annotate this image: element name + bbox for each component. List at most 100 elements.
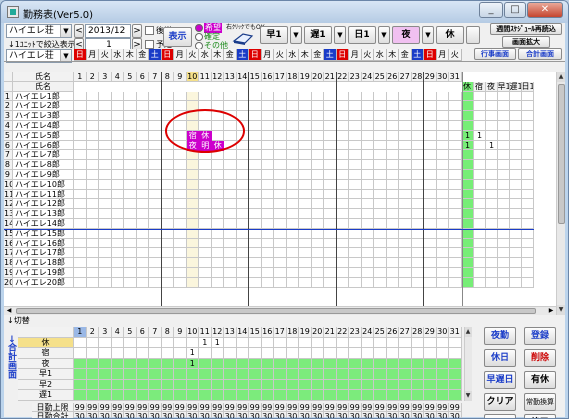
month-field[interactable]: 2013/12 xyxy=(85,24,131,38)
schedule-cell[interactable] xyxy=(399,238,412,249)
schedule-cell[interactable] xyxy=(449,160,462,170)
schedule-cell[interactable] xyxy=(249,238,262,249)
schedule-cell[interactable] xyxy=(449,111,462,121)
shift-hayai1-dropdown[interactable]: ▼ xyxy=(290,26,302,44)
staff-name[interactable]: ハイエレ5郎 xyxy=(13,130,74,141)
kakutei-radio[interactable] xyxy=(195,33,203,41)
schedule-cell[interactable] xyxy=(386,209,399,219)
schedule-cell[interactable] xyxy=(399,199,412,210)
schedule-cell[interactable] xyxy=(111,101,124,112)
schedule-cell[interactable] xyxy=(349,140,362,151)
schedule-cell[interactable] xyxy=(386,228,399,239)
schedule-cell[interactable] xyxy=(224,199,237,210)
schedule-cell[interactable] xyxy=(99,121,112,131)
schedule-cell[interactable] xyxy=(74,189,87,200)
schedule-cell[interactable] xyxy=(136,189,149,200)
schedule-cell[interactable] xyxy=(299,101,312,112)
schedule-cell[interactable] xyxy=(424,160,437,170)
schedule-cell[interactable] xyxy=(286,140,299,151)
schedule-cell[interactable] xyxy=(336,228,349,239)
schedule-cell[interactable] xyxy=(311,209,324,219)
schedule-cell[interactable] xyxy=(361,170,374,180)
schedule-cell[interactable] xyxy=(349,101,362,112)
schedule-cell[interactable] xyxy=(199,199,212,210)
schedule-cell[interactable] xyxy=(299,160,312,170)
shift-extra-button[interactable] xyxy=(466,26,480,44)
early-late-day-button[interactable]: 早遅日 xyxy=(484,371,516,389)
schedule-cell[interactable] xyxy=(436,199,449,210)
schedule-cell[interactable] xyxy=(274,101,287,112)
schedule-cell[interactable] xyxy=(249,258,262,268)
schedule-cell[interactable] xyxy=(211,199,224,210)
schedule-cell[interactable] xyxy=(449,179,462,190)
schedule-cell[interactable] xyxy=(424,189,437,200)
schedule-cell[interactable] xyxy=(249,111,262,121)
schedule-cell[interactable] xyxy=(86,179,99,190)
schedule-cell[interactable] xyxy=(124,101,137,112)
schedule-cell[interactable] xyxy=(361,121,374,131)
schedule-cell[interactable] xyxy=(286,121,299,131)
schedule-cell[interactable] xyxy=(99,238,112,249)
schedule-cell[interactable] xyxy=(349,209,362,219)
schedule-cell[interactable] xyxy=(136,140,149,151)
schedule-cell[interactable] xyxy=(311,91,324,102)
schedule-cell[interactable] xyxy=(336,268,349,278)
schedule-cell[interactable] xyxy=(74,277,87,288)
schedule-cell[interactable] xyxy=(349,258,362,268)
schedule-cell[interactable] xyxy=(386,277,399,288)
schedule-cell[interactable] xyxy=(224,248,237,259)
schedule-cell[interactable] xyxy=(436,130,449,141)
schedule-cell[interactable] xyxy=(399,150,412,161)
schedule-cell[interactable] xyxy=(336,179,349,190)
schedule-cell[interactable] xyxy=(299,248,312,259)
schedule-cell[interactable] xyxy=(336,277,349,288)
schedule-cell[interactable] xyxy=(361,189,374,200)
schedule-cell[interactable] xyxy=(311,277,324,288)
schedule-cell[interactable] xyxy=(186,209,199,219)
staff-name[interactable]: ハイエレ15郎 xyxy=(13,228,74,239)
schedule-cell[interactable] xyxy=(86,209,99,219)
staff-name[interactable]: ハイエレ13郎 xyxy=(13,209,74,219)
scroll-right-icon[interactable]: ▶ xyxy=(546,307,556,315)
schedule-cell[interactable] xyxy=(86,238,99,249)
schedule-cell[interactable] xyxy=(199,277,212,288)
schedule-cell[interactable] xyxy=(299,179,312,190)
scroll-up-icon[interactable]: ▲ xyxy=(557,72,565,82)
schedule-cell[interactable] xyxy=(249,140,262,151)
schedule-cell[interactable] xyxy=(124,170,137,180)
schedule-cell[interactable] xyxy=(399,140,412,151)
schedule-cell[interactable] xyxy=(286,228,299,239)
schedule-cell[interactable] xyxy=(199,209,212,219)
schedule-cell[interactable] xyxy=(361,238,374,249)
schedule-cell[interactable] xyxy=(274,179,287,190)
schedule-cell[interactable] xyxy=(386,238,399,249)
schedule-cell[interactable] xyxy=(186,238,199,249)
schedule-cell[interactable] xyxy=(361,101,374,112)
schedule-cell[interactable] xyxy=(399,248,412,259)
schedule-cell[interactable] xyxy=(161,209,174,219)
schedule-cell[interactable] xyxy=(424,219,437,229)
schedule-cell[interactable] xyxy=(311,121,324,131)
schedule-cell[interactable] xyxy=(361,228,374,239)
schedule-cell[interactable] xyxy=(249,209,262,219)
events-button[interactable]: 行事画面 xyxy=(474,48,516,60)
next-month-button[interactable]: > xyxy=(132,24,142,38)
schedule-cell[interactable] xyxy=(311,150,324,161)
schedule-cell[interactable] xyxy=(286,160,299,170)
staff-name[interactable]: ハイエレ16郎 xyxy=(13,238,74,249)
schedule-cell[interactable] xyxy=(86,121,99,131)
schedule-cell[interactable] xyxy=(74,91,87,102)
schedule-cell[interactable] xyxy=(111,268,124,278)
schedule-cell[interactable] xyxy=(424,268,437,278)
schedule-cell[interactable] xyxy=(436,101,449,112)
scroll-left-icon[interactable]: ◀ xyxy=(4,307,14,315)
schedule-cell[interactable] xyxy=(124,258,137,268)
schedule-cell[interactable] xyxy=(274,121,287,131)
schedule-cell[interactable] xyxy=(99,111,112,121)
schedule-cell[interactable] xyxy=(361,160,374,170)
zoom-button[interactable]: 画面拡大 xyxy=(502,36,550,48)
schedule-cell[interactable] xyxy=(336,219,349,229)
schedule-cell[interactable] xyxy=(374,228,387,239)
schedule-cell[interactable] xyxy=(399,189,412,200)
schedule-cell[interactable] xyxy=(361,130,374,141)
